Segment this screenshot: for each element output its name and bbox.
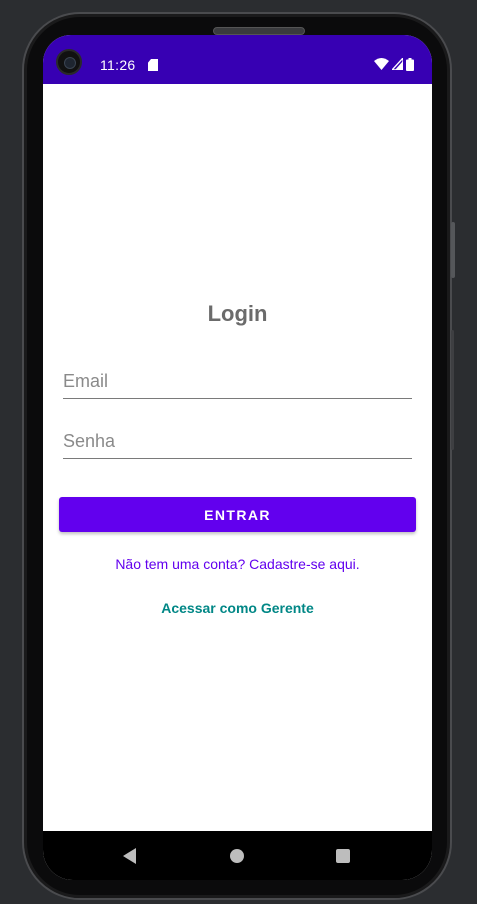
home-icon[interactable] xyxy=(230,849,244,863)
status-time: 11:26 xyxy=(100,57,136,73)
manager-access-link[interactable]: Acessar como Gerente xyxy=(43,600,432,616)
device-screen: 11:26 Login ENTRAR Não xyxy=(43,35,432,880)
speaker-bar xyxy=(213,27,305,35)
sd-card-icon xyxy=(148,59,158,71)
battery-icon xyxy=(406,57,414,71)
back-icon[interactable] xyxy=(123,848,136,864)
signal-icon xyxy=(392,58,403,70)
email-field[interactable] xyxy=(63,365,412,399)
page-title: Login xyxy=(207,301,268,326)
enter-button[interactable]: ENTRAR xyxy=(59,497,416,532)
power-button[interactable] xyxy=(451,222,455,278)
login-screen: Login ENTRAR Não tem uma conta? Cadastre… xyxy=(43,84,432,831)
signup-link[interactable]: Não tem uma conta? Cadastre-se aqui. xyxy=(43,556,432,572)
password-field[interactable] xyxy=(63,425,412,459)
front-camera xyxy=(56,49,82,75)
status-icons xyxy=(374,57,414,71)
navigation-bar xyxy=(43,831,432,880)
volume-button[interactable] xyxy=(451,330,454,450)
wifi-icon xyxy=(374,58,389,70)
emulator-frame: 11:26 Login ENTRAR Não xyxy=(0,0,477,904)
status-bar: 11:26 xyxy=(43,35,432,84)
recents-icon[interactable] xyxy=(336,849,350,863)
